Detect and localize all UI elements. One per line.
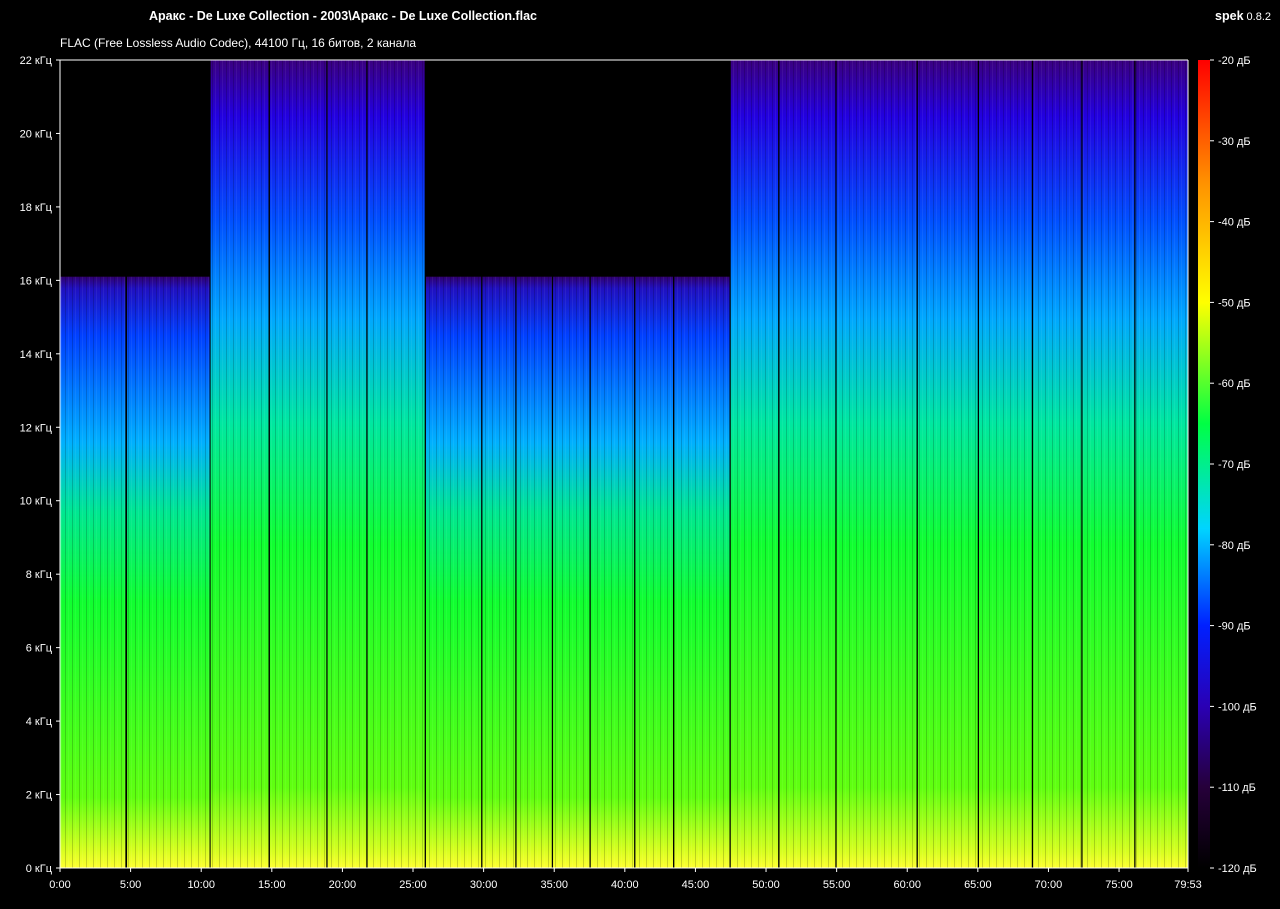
x-tick-label: 75:00 <box>1105 879 1133 891</box>
track-gap <box>424 60 426 868</box>
spectrogram-segment <box>1082 60 1136 868</box>
track-gap <box>634 60 636 868</box>
track-gap <box>326 60 328 868</box>
track-gap <box>589 60 591 868</box>
y-tick-label: 4 кГц <box>26 716 53 728</box>
x-tick-label: 0:00 <box>49 879 70 891</box>
spectrogram-segment <box>979 60 1034 868</box>
y-tick-label: 22 кГц <box>20 55 53 67</box>
colorbar-gradient <box>1198 60 1210 868</box>
spectrogram-segment <box>1135 60 1190 868</box>
track-gap <box>366 60 368 868</box>
segment-texture <box>127 276 210 868</box>
colorbar-label: -60 дБ <box>1218 378 1251 390</box>
colorbar-label: -90 дБ <box>1218 621 1251 633</box>
track-gap <box>916 60 918 868</box>
segment-texture <box>210 60 269 868</box>
segment-texture <box>1033 60 1082 868</box>
y-tick-label: 14 кГц <box>20 349 53 361</box>
colorbar-label: -70 дБ <box>1218 459 1251 471</box>
y-tick-label: 6 кГц <box>26 643 53 655</box>
track-gap <box>268 60 270 868</box>
y-tick-label: 8 кГц <box>26 569 53 581</box>
spectrogram-segment <box>210 60 270 868</box>
y-tick-label: 18 кГц <box>20 202 53 214</box>
segment-texture <box>979 60 1032 868</box>
track-gap <box>673 60 675 868</box>
y-tick-label: 10 кГц <box>20 496 53 508</box>
spectrogram-segment <box>269 60 328 868</box>
segment-texture <box>553 276 590 868</box>
segment-texture <box>635 276 674 868</box>
track-gap <box>778 60 780 868</box>
x-tick-label: 65:00 <box>964 879 992 891</box>
colorbar-label: -30 дБ <box>1218 136 1251 148</box>
spectrogram-segment <box>730 60 780 868</box>
spectrogram-segment <box>327 60 368 868</box>
x-tick-label: 45:00 <box>682 879 710 891</box>
spectrogram-chart: 0:00 5:00 10:00 15:00 20:00 25:00 30:00 35:00 40… <box>20 55 1257 891</box>
segment-texture <box>590 276 635 868</box>
segment-texture <box>674 276 730 868</box>
segment-texture <box>1082 60 1135 868</box>
y-tick-label: 0 кГц <box>26 863 53 875</box>
segment-texture <box>482 276 516 868</box>
track-gap <box>977 60 980 868</box>
x-tick-label: 70:00 <box>1035 879 1063 891</box>
x-tick-label: 79:53 <box>1174 879 1202 891</box>
segment-texture <box>1135 60 1188 868</box>
track-gap <box>835 60 837 868</box>
track-gap <box>1081 60 1083 868</box>
colorbar-label: -50 дБ <box>1218 297 1251 309</box>
x-tick-label: 50:00 <box>752 879 780 891</box>
segment-texture <box>917 60 978 868</box>
segment-texture <box>269 60 327 868</box>
spectrogram-segment <box>836 60 918 868</box>
spectrogram-segment <box>917 60 980 868</box>
spectrogram-segment <box>779 60 837 868</box>
x-tick-label: 5:00 <box>120 879 141 891</box>
segment-texture <box>730 60 779 868</box>
track-gap <box>481 60 483 868</box>
track-gap <box>551 60 554 868</box>
segment-texture <box>516 276 552 868</box>
segment-texture <box>367 60 425 868</box>
colorbar-label: -80 дБ <box>1218 540 1251 552</box>
y-tick-label: 2 кГц <box>26 790 53 802</box>
colorbar-label: -110 дБ <box>1218 782 1256 794</box>
x-tick-label: 35:00 <box>540 879 568 891</box>
y-tick-label: 16 кГц <box>20 275 53 287</box>
colorbar-label: -20 дБ <box>1218 55 1251 67</box>
colorbar-label: -120 дБ <box>1218 863 1257 875</box>
x-tick-label: 30:00 <box>470 879 498 891</box>
x-tick-label: 10:00 <box>187 879 215 891</box>
track-gap <box>515 60 517 868</box>
track-gap <box>1031 60 1034 868</box>
colorbar-label: -100 дБ <box>1218 701 1257 713</box>
x-tick-label: 60:00 <box>893 879 921 891</box>
spectrogram-segment <box>367 60 426 868</box>
spectrogram-segment <box>1033 60 1083 868</box>
y-tick-label: 20 кГц <box>20 128 53 140</box>
colorbar-label: -40 дБ <box>1218 217 1251 229</box>
y-tick-label: 12 кГц <box>20 422 53 434</box>
x-tick-label: 40:00 <box>611 879 639 891</box>
x-tick-label: 25:00 <box>399 879 427 891</box>
y-axis: 0 кГц 2 кГц 4 кГц 6 кГц 8 кГц 10 кГц 12 кГц 14 … <box>20 55 60 875</box>
segment-texture <box>327 60 367 868</box>
colorbar: -20 дБ -30 дБ -40 дБ -50 дБ -60 дБ -70 дБ -80 … <box>1198 55 1257 875</box>
track-gap <box>729 60 731 868</box>
x-tick-label: 15:00 <box>258 879 286 891</box>
track-gap <box>125 60 127 868</box>
x-tick-label: 55:00 <box>823 879 851 891</box>
track-gap <box>1134 60 1136 868</box>
segment-texture <box>60 276 126 868</box>
segment-texture <box>425 276 482 868</box>
x-tick-label: 20:00 <box>329 879 357 891</box>
segment-texture <box>779 60 836 868</box>
segment-texture <box>836 60 917 868</box>
